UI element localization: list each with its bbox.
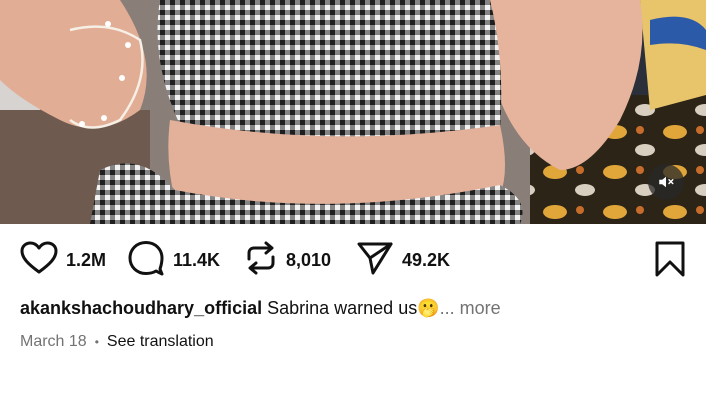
caption-username[interactable]: akankshachoudhary_official [20, 298, 262, 318]
post-action-bar: 1.2M 11.4K 8,010 49.2K [0, 224, 706, 300]
repost-count: 8,010 [286, 249, 332, 270]
caption-text: Sabrina warned us [267, 298, 418, 318]
like-count: 1.2M [66, 249, 107, 270]
repost-icon [244, 239, 278, 282]
mute-button[interactable] [648, 164, 684, 200]
volume-muted-icon [657, 173, 675, 191]
share-count: 49.2K [402, 249, 451, 270]
post-caption: akankshachoudhary_official Sabrina warne… [20, 298, 501, 319]
comment-button[interactable]: 11.4K [127, 240, 221, 281]
comment-count: 11.4K [173, 249, 221, 270]
face-with-open-eyes-and-hand-over-mouth-emoji: 🫢 [417, 298, 440, 318]
comment-bubble-icon [127, 240, 165, 281]
bookmark-icon [652, 241, 688, 282]
post-meta: March 18 • See translation [20, 333, 214, 351]
meta-separator: • [94, 335, 99, 349]
see-translation-link[interactable]: See translation [107, 333, 214, 350]
repost-button[interactable]: 8,010 [244, 241, 332, 278]
save-button[interactable] [652, 240, 688, 283]
like-button[interactable]: 1.2M [20, 241, 107, 280]
send-icon [356, 240, 394, 281]
caption-more-link[interactable]: ... more [440, 298, 501, 318]
share-button[interactable]: 49.2K [356, 242, 450, 278]
heart-icon [20, 241, 58, 280]
video-frame [0, 0, 706, 224]
post-date: March 18 [20, 333, 87, 350]
post-video[interactable] [0, 0, 706, 224]
